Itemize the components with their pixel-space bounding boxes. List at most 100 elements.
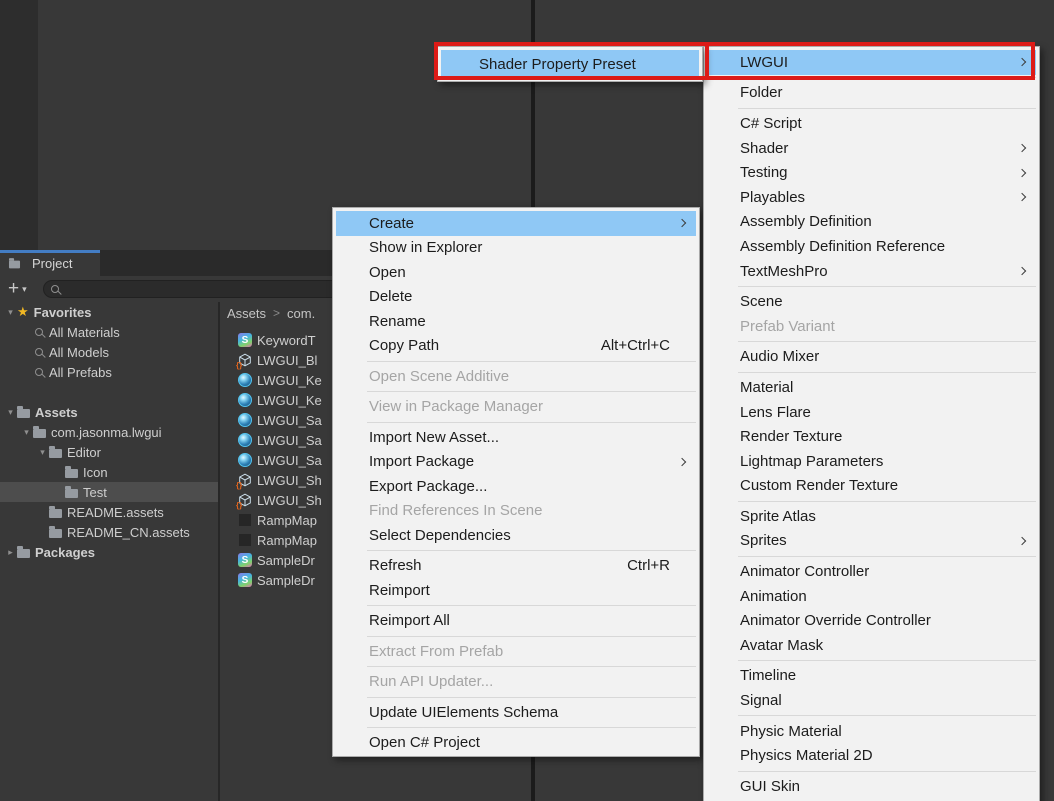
tree-item-com-jasonma-lwgui[interactable]: ▾ com.jasonma.lwgui xyxy=(0,422,218,442)
menu-item-folder[interactable]: Folder xyxy=(707,81,1036,106)
menu-item-gui-skin[interactable]: GUI Skin xyxy=(707,774,1036,799)
texture-icon xyxy=(238,513,252,527)
menu-item-custom-render-texture[interactable]: Custom Render Texture xyxy=(707,474,1036,499)
shader-icon xyxy=(238,353,252,367)
tree-item-all-prefabs[interactable]: All Prefabs xyxy=(0,362,218,382)
submenu-arrow-icon xyxy=(1018,537,1026,545)
menu-separator xyxy=(367,391,696,392)
menu-item-lightmap-parameters[interactable]: Lightmap Parameters xyxy=(707,449,1036,474)
tree-item-favorites[interactable]: ▾ ★ Favorites xyxy=(0,302,218,322)
submenu-arrow-icon xyxy=(1018,58,1026,66)
menu-item-reimport[interactable]: Reimport xyxy=(336,578,696,603)
search-icon xyxy=(51,285,59,293)
material-icon xyxy=(238,433,252,447)
material-icon xyxy=(238,413,252,427)
menu-item-assembly-definition-reference[interactable]: Assembly Definition Reference xyxy=(707,234,1036,259)
submenu-arrow-icon xyxy=(1018,168,1026,176)
texture-icon xyxy=(238,533,252,547)
menu-separator xyxy=(738,771,1036,772)
menu-item-shader-property-preset[interactable]: Shader Property Preset xyxy=(441,50,699,78)
menu-item-open-scene-additive: Open Scene Additive xyxy=(336,364,696,389)
folder-icon xyxy=(65,469,78,478)
menu-separator xyxy=(738,286,1036,287)
menu-item-animator-override-controller[interactable]: Animator Override Controller xyxy=(707,608,1036,633)
menu-item-audio-mixer[interactable]: Audio Mixer xyxy=(707,345,1036,370)
menu-separator xyxy=(738,341,1036,342)
tree-item-all-models[interactable]: All Models xyxy=(0,342,218,362)
menu-item-render-texture[interactable]: Render Texture xyxy=(707,424,1036,449)
menu-separator xyxy=(367,697,696,698)
chevron-down-icon[interactable]: ▾ xyxy=(22,284,27,295)
menu-item-open-csharp-project[interactable]: Open C# Project xyxy=(336,731,696,756)
breadcrumb-assets[interactable]: Assets xyxy=(227,306,266,321)
folder-icon xyxy=(17,549,30,558)
folder-icon xyxy=(9,260,20,268)
tree-item-editor[interactable]: ▾ Editor xyxy=(0,442,218,462)
submenu-arrow-icon xyxy=(1018,193,1026,201)
menu-item-lens-flare[interactable]: Lens Flare xyxy=(707,400,1036,425)
expand-arrow-icon[interactable]: ▾ xyxy=(20,427,33,438)
menu-item-physics-material-2d[interactable]: Physics Material 2D xyxy=(707,743,1036,768)
menu-item-delete[interactable]: Delete xyxy=(336,285,696,310)
menu-item-copy-path[interactable]: Copy PathAlt+Ctrl+C xyxy=(336,334,696,359)
menu-item-create[interactable]: Create xyxy=(336,211,696,236)
menu-item-animator-controller[interactable]: Animator Controller xyxy=(707,559,1036,584)
tree-item-icon[interactable]: Icon xyxy=(0,462,218,482)
shortcut-label: Ctrl+R xyxy=(627,557,670,574)
menu-item-physic-material[interactable]: Physic Material xyxy=(707,719,1036,744)
menu-item-find-references-in-scene: Find References In Scene xyxy=(336,499,696,524)
tree-item-all-materials[interactable]: All Materials xyxy=(0,322,218,342)
menu-item-signal[interactable]: Signal xyxy=(707,688,1036,713)
chevron-right-icon: > xyxy=(273,306,280,320)
tree-item-packages[interactable]: ▸ Packages xyxy=(0,542,218,562)
menu-item-lwgui[interactable]: LWGUI xyxy=(707,50,1036,75)
menu-item-material[interactable]: Material xyxy=(707,375,1036,400)
folder-open-icon xyxy=(17,409,30,418)
tree-item-readme-assets[interactable]: README.assets xyxy=(0,502,218,522)
menu-item-shader[interactable]: Shader xyxy=(707,136,1036,161)
menu-item-select-dependencies[interactable]: Select Dependencies xyxy=(336,523,696,548)
menu-item-avatar-mask[interactable]: Avatar Mask xyxy=(707,633,1036,658)
tree-item-assets[interactable]: ▾ Assets xyxy=(0,402,218,422)
menu-item-textmeshpro[interactable]: TextMeshPro xyxy=(707,259,1036,284)
expand-arrow-icon[interactable]: ▾ xyxy=(36,447,49,458)
expand-arrow-icon[interactable]: ▾ xyxy=(4,407,17,418)
menu-item-show-in-explorer[interactable]: Show in Explorer xyxy=(336,236,696,261)
expand-arrow-icon[interactable]: ▾ xyxy=(4,307,17,318)
menu-item-reimport-all[interactable]: Reimport All xyxy=(336,609,696,634)
menu-item-csharp-script[interactable]: C# Script xyxy=(707,111,1036,136)
submenu-arrow-icon xyxy=(678,219,686,227)
menu-item-sprite-atlas[interactable]: Sprite Atlas xyxy=(707,504,1036,529)
menu-item-prefab-variant: Prefab Variant xyxy=(707,314,1036,339)
menu-item-animation[interactable]: Animation xyxy=(707,584,1036,609)
menu-item-playables[interactable]: Playables xyxy=(707,185,1036,210)
menu-separator xyxy=(367,361,696,362)
menu-item-import-package[interactable]: Import Package xyxy=(336,450,696,475)
menu-item-open[interactable]: Open xyxy=(336,260,696,285)
tree-item-test[interactable]: Test xyxy=(0,482,218,502)
menu-separator xyxy=(738,372,1036,373)
csharp-script-icon xyxy=(238,573,252,587)
tab-project-label: Project xyxy=(32,256,72,271)
menu-item-timeline[interactable]: Timeline xyxy=(707,664,1036,689)
create-asset-button[interactable]: + xyxy=(8,279,19,299)
material-icon xyxy=(238,453,252,467)
menu-item-import-new-asset[interactable]: Import New Asset... xyxy=(336,425,696,450)
menu-item-sprites[interactable]: Sprites xyxy=(707,529,1036,554)
shader-icon xyxy=(238,493,252,507)
submenu-arrow-icon xyxy=(1018,144,1026,152)
menu-item-refresh[interactable]: RefreshCtrl+R xyxy=(336,554,696,579)
menu-item-rename[interactable]: Rename xyxy=(336,309,696,334)
tab-project[interactable]: Project xyxy=(0,250,100,276)
menu-separator xyxy=(367,422,696,423)
menu-item-scene[interactable]: Scene xyxy=(707,289,1036,314)
menu-item-update-uielements-schema[interactable]: Update UIElements Schema xyxy=(336,700,696,725)
breadcrumb-current[interactable]: com. xyxy=(287,306,315,321)
menu-separator xyxy=(367,666,696,667)
menu-item-testing[interactable]: Testing xyxy=(707,160,1036,185)
menu-item-assembly-definition[interactable]: Assembly Definition xyxy=(707,210,1036,235)
menu-item-export-package[interactable]: Export Package... xyxy=(336,474,696,499)
menu-separator xyxy=(738,660,1036,661)
tree-item-readme-cn-assets[interactable]: README_CN.assets xyxy=(0,522,218,542)
collapse-arrow-icon[interactable]: ▸ xyxy=(4,547,17,558)
